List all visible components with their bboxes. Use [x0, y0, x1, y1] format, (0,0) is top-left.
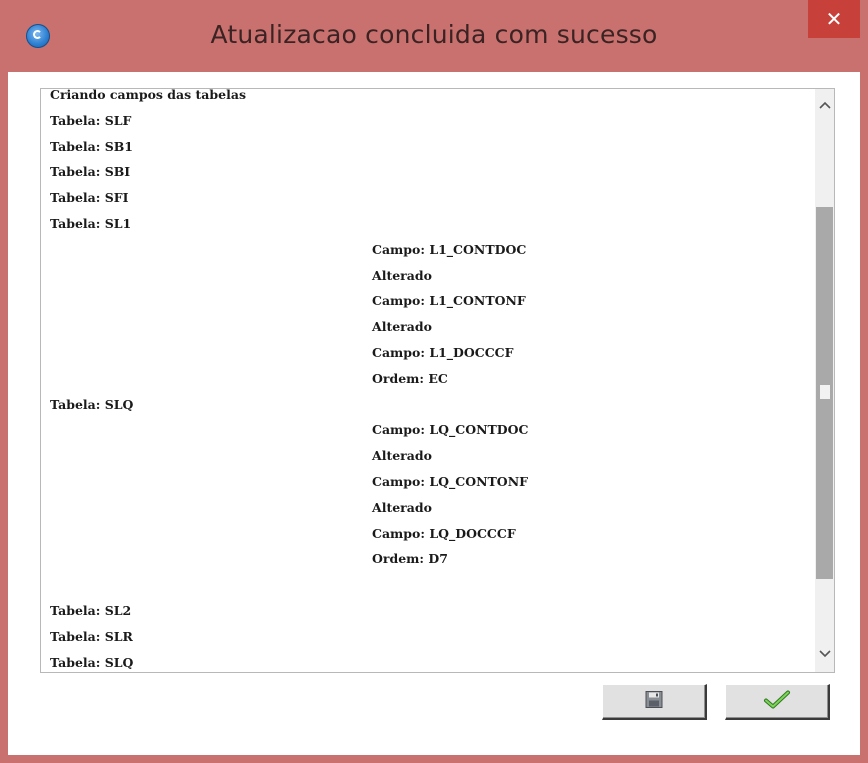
log-line: Alterado: [372, 499, 432, 515]
log-line: Ordem: D7: [372, 551, 448, 567]
log-line: Alterado: [372, 319, 432, 335]
log-line: Campo: LQ_CONTDOC: [372, 422, 529, 438]
close-button[interactable]: ✕: [808, 0, 860, 38]
log-line: Tabela: SL1: [50, 215, 132, 231]
save-button[interactable]: [602, 684, 707, 720]
ok-button[interactable]: [725, 684, 830, 720]
log-line: Tabela: SLQ: [50, 396, 134, 412]
dialog-client-area: Criando campos das tabelas Tabela: SLF Tab…: [8, 72, 860, 755]
log-line: Ordem: EC: [372, 370, 448, 386]
checkmark-icon: [763, 689, 791, 714]
log-line: Campo: LQ_CONTONF: [372, 473, 528, 489]
chevron-down-icon[interactable]: [815, 644, 834, 666]
chevron-up-icon[interactable]: [815, 95, 834, 117]
scrollbar-thumb[interactable]: [816, 207, 833, 579]
log-textbox[interactable]: Criando campos das tabelas Tabela: SLF Tab…: [40, 88, 835, 673]
log-line: Campo: LQ_DOCCCF: [372, 525, 516, 541]
floppy-disk-icon: [645, 690, 663, 713]
title-bar[interactable]: Atualizacao concluida com sucesso ✕: [0, 0, 868, 78]
log-line: Tabela: SBI: [50, 164, 131, 180]
log-content: Criando campos das tabelas Tabela: SLF Tab…: [50, 88, 800, 672]
log-line: Campo: L1_DOCCCF: [372, 344, 514, 360]
log-line: Tabela: SL2: [50, 602, 132, 618]
log-line: Campo: L1_CONTONF: [372, 293, 526, 309]
log-line: Tabela: SB1: [50, 138, 134, 154]
log-line: Alterado: [372, 448, 432, 464]
log-line: Tabela: SLQ: [50, 654, 134, 670]
log-line: Alterado: [372, 267, 432, 283]
log-line: Tabela: SLR: [50, 628, 133, 644]
log-line: Tabela: SFI: [50, 190, 129, 206]
dialog-window: Atualizacao concluida com sucesso ✕ Cria…: [0, 0, 868, 763]
log-line: Campo: L1_CONTDOC: [372, 241, 527, 257]
log-line: Criando campos das tabelas: [50, 88, 246, 102]
vertical-scrollbar[interactable]: [815, 89, 834, 672]
window-title: Atualizacao concluida com sucesso: [210, 20, 658, 49]
log-line: Tabela: SLF: [50, 112, 132, 128]
